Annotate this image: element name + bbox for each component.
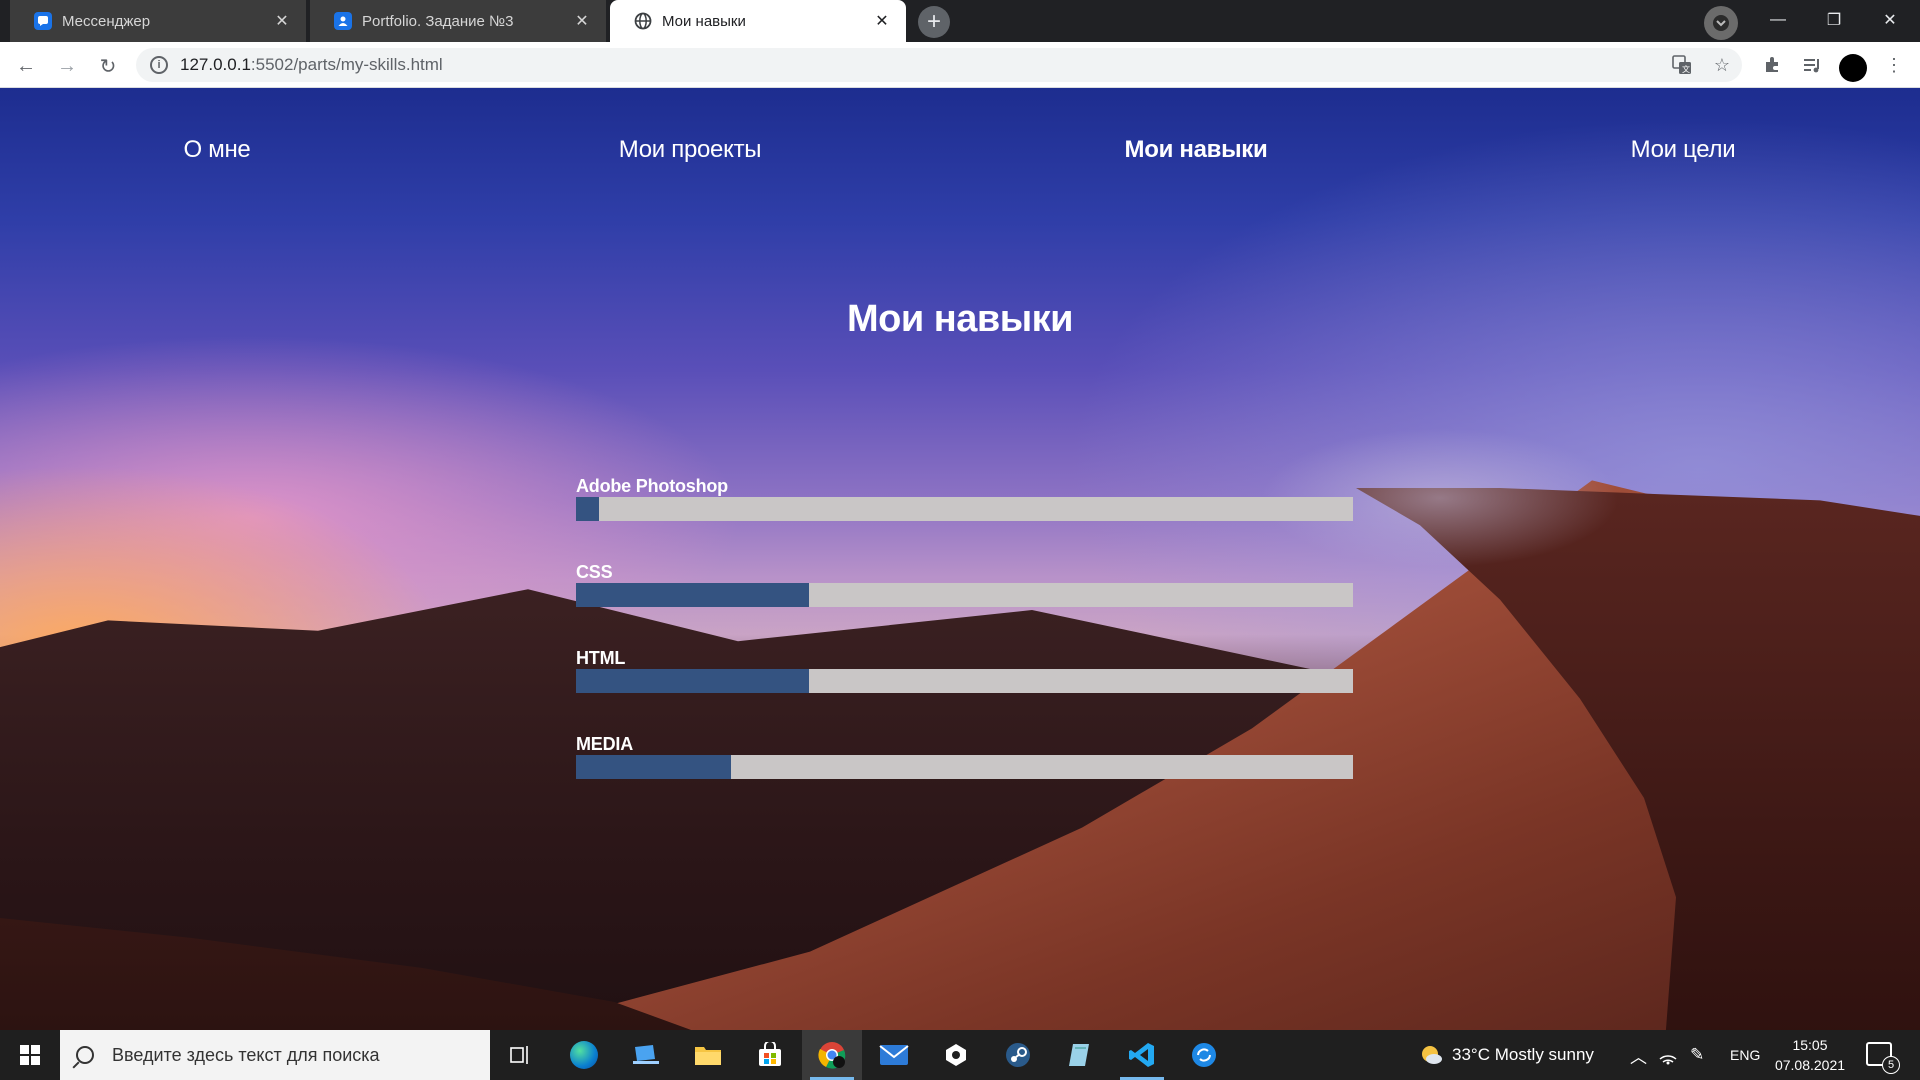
tab-title: Мессенджер (62, 12, 151, 30)
language-indicator[interactable]: ENG (1730, 1030, 1760, 1080)
tray-chevron-icon[interactable]: ︿ (1630, 1030, 1647, 1080)
skill-progress-track (576, 669, 1353, 693)
skill-item: HTML (576, 647, 1353, 733)
clock[interactable]: 15:05 07.08.2021 (1770, 1035, 1850, 1075)
store-icon[interactable] (740, 1030, 800, 1080)
tab-messenger[interactable]: Мессенджер ✕ (10, 0, 306, 42)
site-navigation: О мне Мои проекты Мои навыки Мои цели (0, 136, 1920, 176)
url-host: 127.0.0.1 (180, 55, 251, 74)
restore-icon[interactable]: ❐ (1806, 0, 1862, 40)
chrome-icon[interactable] (802, 1030, 862, 1080)
media-queue-icon[interactable] (1796, 49, 1828, 81)
contact-icon (334, 12, 352, 30)
skills-list: Adobe Photoshop CSS HTML MEDIA (576, 475, 1353, 819)
site-info-icon[interactable]: i (150, 56, 168, 74)
search-placeholder: Введите здесь текст для поиска (112, 1044, 380, 1065)
skill-item: MEDIA (576, 733, 1353, 819)
skill-label: HTML (576, 648, 626, 668)
device-icon[interactable] (616, 1030, 676, 1080)
clock-date: 07.08.2021 (1774, 1057, 1846, 1073)
search-icon (76, 1046, 94, 1064)
skill-progress-track (576, 583, 1353, 607)
weather-text: 33°C Mostly sunny (1452, 1045, 1594, 1064)
notification-count: 5 (1882, 1056, 1900, 1074)
windows-taskbar: Введите здесь текст для поиска 33°C Most… (0, 1030, 1920, 1080)
messenger-icon (34, 12, 52, 30)
tab-title: Portfolio. Задание №3 (362, 12, 514, 30)
taskbar-search-box[interactable]: Введите здесь текст для поиска (60, 1030, 490, 1080)
vscode-icon[interactable] (1112, 1030, 1172, 1080)
tab-title: Мои навыки (662, 12, 746, 30)
url-path: :5502/parts/my-skills.html (250, 55, 443, 74)
page-viewport: О мне Мои проекты Мои навыки Мои цели Мо… (0, 88, 1920, 1030)
reload-icon[interactable]: ↻ (92, 50, 124, 82)
sync-icon[interactable] (1174, 1030, 1234, 1080)
close-icon[interactable]: ✕ (872, 11, 892, 31)
nav-link-about[interactable]: О мне (184, 136, 251, 164)
browser-toolbar: ← → ↻ i 127.0.0.1:5502/parts/my-skills.h… (0, 42, 1920, 88)
tab-portfolio[interactable]: Portfolio. Задание №3 ✕ (310, 0, 606, 42)
file-explorer-icon[interactable] (678, 1030, 738, 1080)
tab-search-icon[interactable] (1704, 6, 1738, 40)
address-bar[interactable]: i 127.0.0.1:5502/parts/my-skills.html (136, 48, 1742, 82)
new-tab-button[interactable]: + (918, 6, 950, 38)
nav-link-goals[interactable]: Мои цели (1631, 136, 1736, 164)
page-title: Мои навыки (846, 298, 1074, 340)
mail-icon[interactable] (864, 1030, 924, 1080)
browser-tab-strip: Мессенджер ✕ Portfolio. Задание №3 ✕ Мои… (0, 0, 1920, 42)
unity-icon[interactable] (926, 1030, 986, 1080)
network-icon[interactable] (1658, 1030, 1678, 1080)
back-icon[interactable]: ← (10, 50, 42, 82)
nav-link-projects[interactable]: Мои проекты (619, 136, 762, 164)
svg-text:文: 文 (1682, 64, 1690, 74)
skill-item: CSS (576, 561, 1353, 647)
skill-progress-fill (576, 669, 810, 693)
skill-label: MEDIA (576, 734, 633, 754)
skill-progress-fill (576, 497, 600, 521)
sun-icon (1422, 1046, 1442, 1064)
extensions-icon[interactable] (1756, 49, 1788, 81)
profile-avatar[interactable] (1839, 54, 1867, 82)
skill-item: Adobe Photoshop (576, 475, 1353, 561)
close-icon[interactable]: ✕ (572, 11, 592, 31)
windows-logo-icon (20, 1045, 40, 1065)
skill-label: Adobe Photoshop (576, 476, 728, 496)
skill-progress-fill (576, 755, 732, 779)
skill-label: CSS (576, 562, 613, 582)
steam-icon[interactable] (988, 1030, 1048, 1080)
window-close-icon[interactable]: ✕ (1862, 0, 1918, 40)
edge-icon[interactable] (554, 1030, 614, 1080)
translate-icon[interactable]: 文 (1666, 49, 1698, 81)
menu-kebab-icon[interactable]: ⋮ (1878, 49, 1910, 81)
pen-icon[interactable]: ✎ (1690, 1030, 1704, 1080)
skill-progress-track (576, 497, 1353, 521)
notes-icon[interactable] (1050, 1030, 1110, 1080)
forward-icon[interactable]: → (51, 50, 83, 82)
start-button[interactable] (0, 1030, 60, 1080)
minimize-icon[interactable]: — (1750, 0, 1806, 40)
skill-progress-track (576, 755, 1353, 779)
nav-link-skills[interactable]: Мои навыки (1125, 136, 1268, 164)
close-icon[interactable]: ✕ (272, 11, 292, 31)
tab-my-skills[interactable]: Мои навыки ✕ (610, 0, 906, 42)
skill-progress-fill (576, 583, 810, 607)
task-view-icon[interactable] (490, 1030, 550, 1080)
bookmark-star-icon[interactable]: ☆ (1706, 49, 1738, 81)
weather-widget[interactable]: 33°C Mostly sunny (1418, 1030, 1594, 1080)
clock-time: 15:05 (1792, 1037, 1828, 1053)
notifications-icon[interactable]: 5 (1866, 1042, 1900, 1074)
globe-icon (634, 12, 652, 30)
